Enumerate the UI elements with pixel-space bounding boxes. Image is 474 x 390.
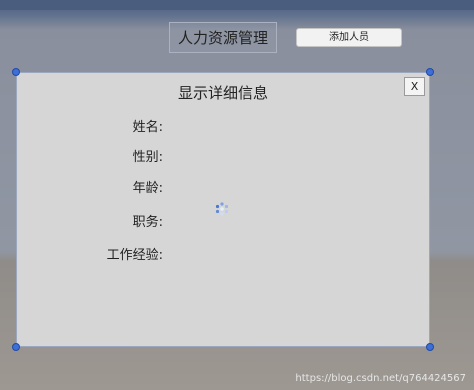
resize-handle-bottom-left[interactable] <box>12 343 20 351</box>
name-label: 姓名: <box>132 120 163 135</box>
app-title: 人力资源管理 <box>169 22 277 53</box>
watermark: https://blog.csdn.net/q764424567 <box>295 373 466 384</box>
experience-label: 工作经验: <box>106 248 163 263</box>
resize-handle-top-left[interactable] <box>12 68 20 76</box>
loading-spinner-icon <box>215 202 229 216</box>
detail-dialog: 显示详细信息 X 姓名: 性别: 年龄: 职务: 工作经验: <box>16 72 430 347</box>
position-label: 职务: <box>132 215 163 230</box>
add-person-button[interactable]: 添加人员 <box>296 28 402 47</box>
top-bar <box>0 0 474 10</box>
age-label: 年龄: <box>132 181 163 196</box>
resize-handle-top-right[interactable] <box>426 68 434 76</box>
close-button[interactable]: X <box>404 77 425 96</box>
gender-label: 性别: <box>132 150 163 165</box>
dialog-title: 显示详细信息 <box>177 84 268 102</box>
resize-handle-bottom-right[interactable] <box>426 343 434 351</box>
